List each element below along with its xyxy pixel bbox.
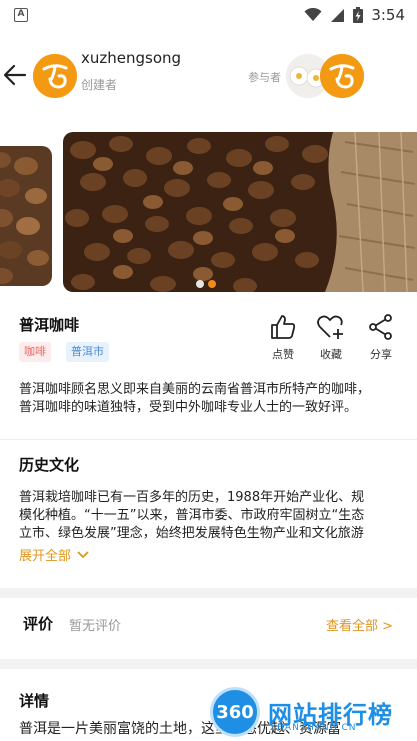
share-button[interactable]: 分享 — [361, 312, 401, 362]
creator-name[interactable]: xuzhengsong — [81, 49, 181, 67]
share-icon — [369, 314, 392, 340]
participants-label: 参与者 — [248, 71, 281, 84]
participant-avatar[interactable] — [320, 54, 364, 98]
share-label: 分享 — [370, 348, 392, 361]
history-title: 历史文化 — [19, 456, 80, 474]
section-separator — [0, 659, 417, 669]
creator-role: 创建者 — [81, 78, 118, 92]
review-empty-text: 暂无评价 — [69, 619, 122, 634]
carousel-slide-current[interactable] — [63, 132, 417, 292]
creator-avatar[interactable] — [33, 54, 77, 98]
expand-all-label: 展开全部 — [19, 549, 72, 564]
history-text: 普洱栽培咖啡已有一百多年的历史，1988年开始产业化、规 模化种植。“十一五”以… — [19, 489, 399, 543]
signal-icon — [331, 8, 345, 22]
watermark-logo: 360 — [210, 687, 260, 737]
carousel-dot-active[interactable] — [208, 280, 216, 288]
tag-coffee[interactable]: 咖啡 — [19, 342, 51, 362]
like-label: 点赞 — [272, 348, 294, 361]
back-arrow-icon[interactable] — [2, 60, 30, 90]
item-intro: 普洱咖啡顾名思义即来自美丽的云南省普洱市所特产的咖啡， 普洱咖啡的味道独特，受到… — [19, 381, 399, 417]
coffee-beans-image — [0, 146, 52, 286]
expand-all-button[interactable]: 展开全部 — [19, 545, 89, 564]
details-title: 详情 — [19, 692, 50, 710]
page: A 3:54 xuzhengsong 创建者 参与者 普洱咖啡 咖啡 普洱市 点… — [0, 0, 417, 741]
favorite-label: 收藏 — [320, 348, 342, 361]
item-title: 普洱咖啡 — [19, 316, 80, 334]
like-button[interactable]: 点赞 — [263, 312, 303, 362]
intro-line: 普洱咖啡的味道独特，受到中外咖啡专业人士的一致好评。 — [19, 400, 358, 415]
carousel-dot[interactable] — [196, 280, 204, 288]
a-notification-icon: A — [14, 8, 28, 22]
image-carousel[interactable] — [0, 132, 417, 292]
wifi-icon — [304, 8, 322, 21]
intro-line: 普洱咖啡顾名思义即来自美丽的云南省普洱市所特产的咖啡， — [19, 382, 371, 397]
section-separator — [0, 588, 417, 598]
carousel-slide-previous[interactable] — [0, 146, 52, 286]
battery-charging-icon — [353, 7, 364, 23]
header: xuzhengsong 创建者 参与者 — [0, 30, 417, 118]
status-bar: A 3:54 — [0, 0, 417, 30]
coffee-beans-image — [63, 132, 417, 292]
heart-plus-icon — [317, 315, 343, 339]
watermark-url: ZHANZHANG.CN — [270, 723, 357, 733]
view-all-reviews-link[interactable]: 查看全部 > — [326, 615, 393, 634]
history-line: 立市、绿色发展”理念，始终把发展特色生物产业和文化旅游 — [19, 526, 364, 541]
review-title: 评价 — [23, 615, 54, 633]
logo-icon — [320, 54, 364, 98]
favorite-button[interactable]: 收藏 — [311, 312, 351, 362]
history-line: 普洱栽培咖啡已有一百多年的历史，1988年开始产业化、规 — [19, 490, 365, 505]
tag-city[interactable]: 普洱市 — [66, 342, 109, 362]
history-line: 模化种植。“十一五”以来，普洱市委、市政府牢固树立“生态 — [19, 508, 365, 523]
thumbs-up-icon — [271, 315, 296, 339]
clock: 3:54 — [371, 6, 405, 24]
carousel-indicator — [196, 280, 216, 288]
chevron-down-icon — [77, 550, 89, 558]
logo-icon — [33, 54, 77, 98]
divider — [0, 439, 417, 440]
